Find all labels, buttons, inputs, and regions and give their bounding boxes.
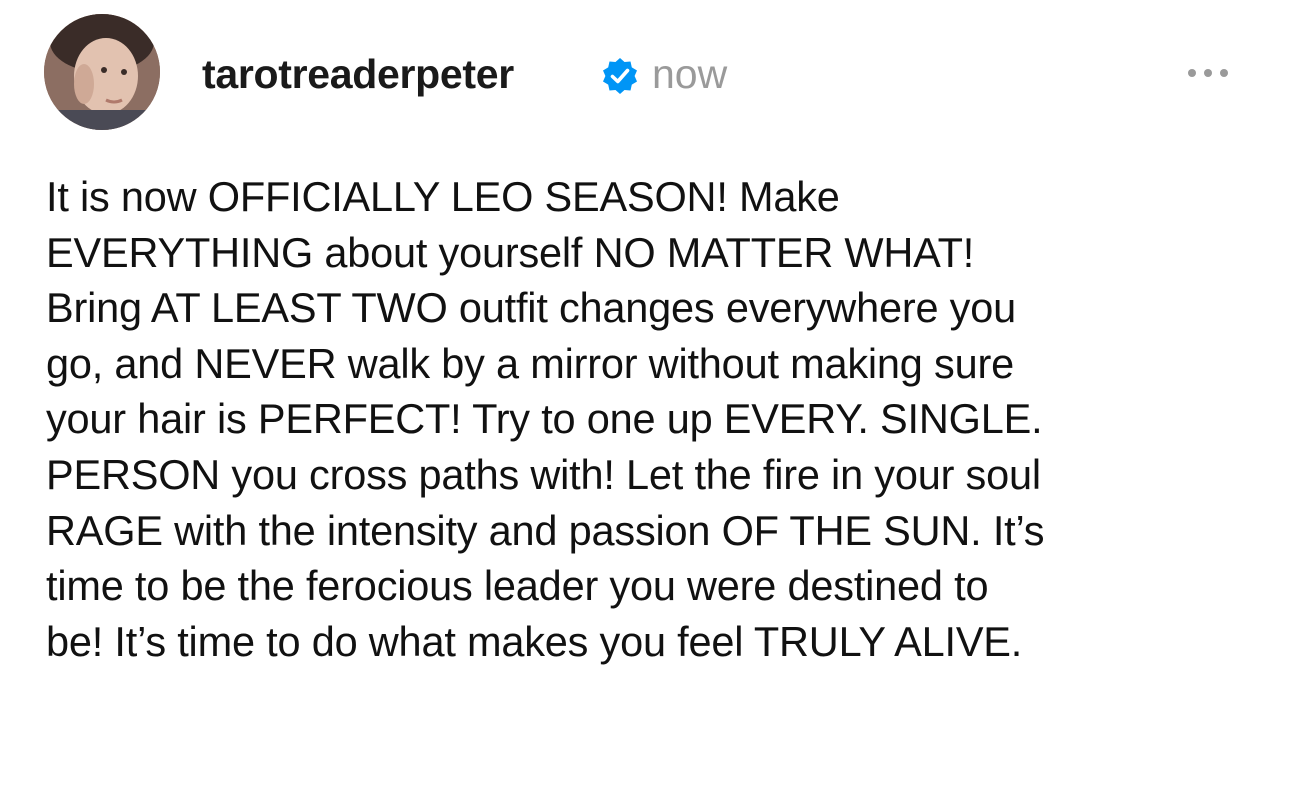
post-body-line: go, and NEVER walk by a mirror without m…	[46, 339, 1014, 387]
post-body: It is now OFFICIALLY LEO SEASON! Make EV…	[46, 169, 1276, 669]
post-body-line: EVERYTHING about yourself NO MATTER WHAT…	[46, 228, 975, 276]
post-body-line: It is now OFFICIALLY LEO SEASON! Make	[46, 173, 840, 220]
post-body-line: RAGE with the intensity and passion OF T…	[46, 506, 1045, 554]
avatar-photo	[44, 14, 160, 130]
post-card: tarotreaderpeter now It is now OFFICIALL…	[0, 0, 1290, 785]
more-options-icon[interactable]	[1180, 58, 1236, 88]
timestamp: now	[652, 51, 728, 97]
post-body-line: your hair is PERFECT! Try to one up EVER…	[46, 395, 1043, 443]
post-body-line: PERSON you cross paths with! Let the fir…	[46, 450, 1041, 498]
post-body-line: Bring AT LEAST TWO outfit changes everyw…	[46, 284, 1016, 332]
avatar[interactable]	[44, 14, 160, 130]
post-body-line: be! It’s time to do what makes you feel …	[46, 617, 1023, 665]
verified-badge-icon	[603, 58, 637, 94]
username[interactable]: tarotreaderpeter	[202, 48, 514, 100]
post-body-line: time to be the ferocious leader you were…	[46, 562, 989, 610]
